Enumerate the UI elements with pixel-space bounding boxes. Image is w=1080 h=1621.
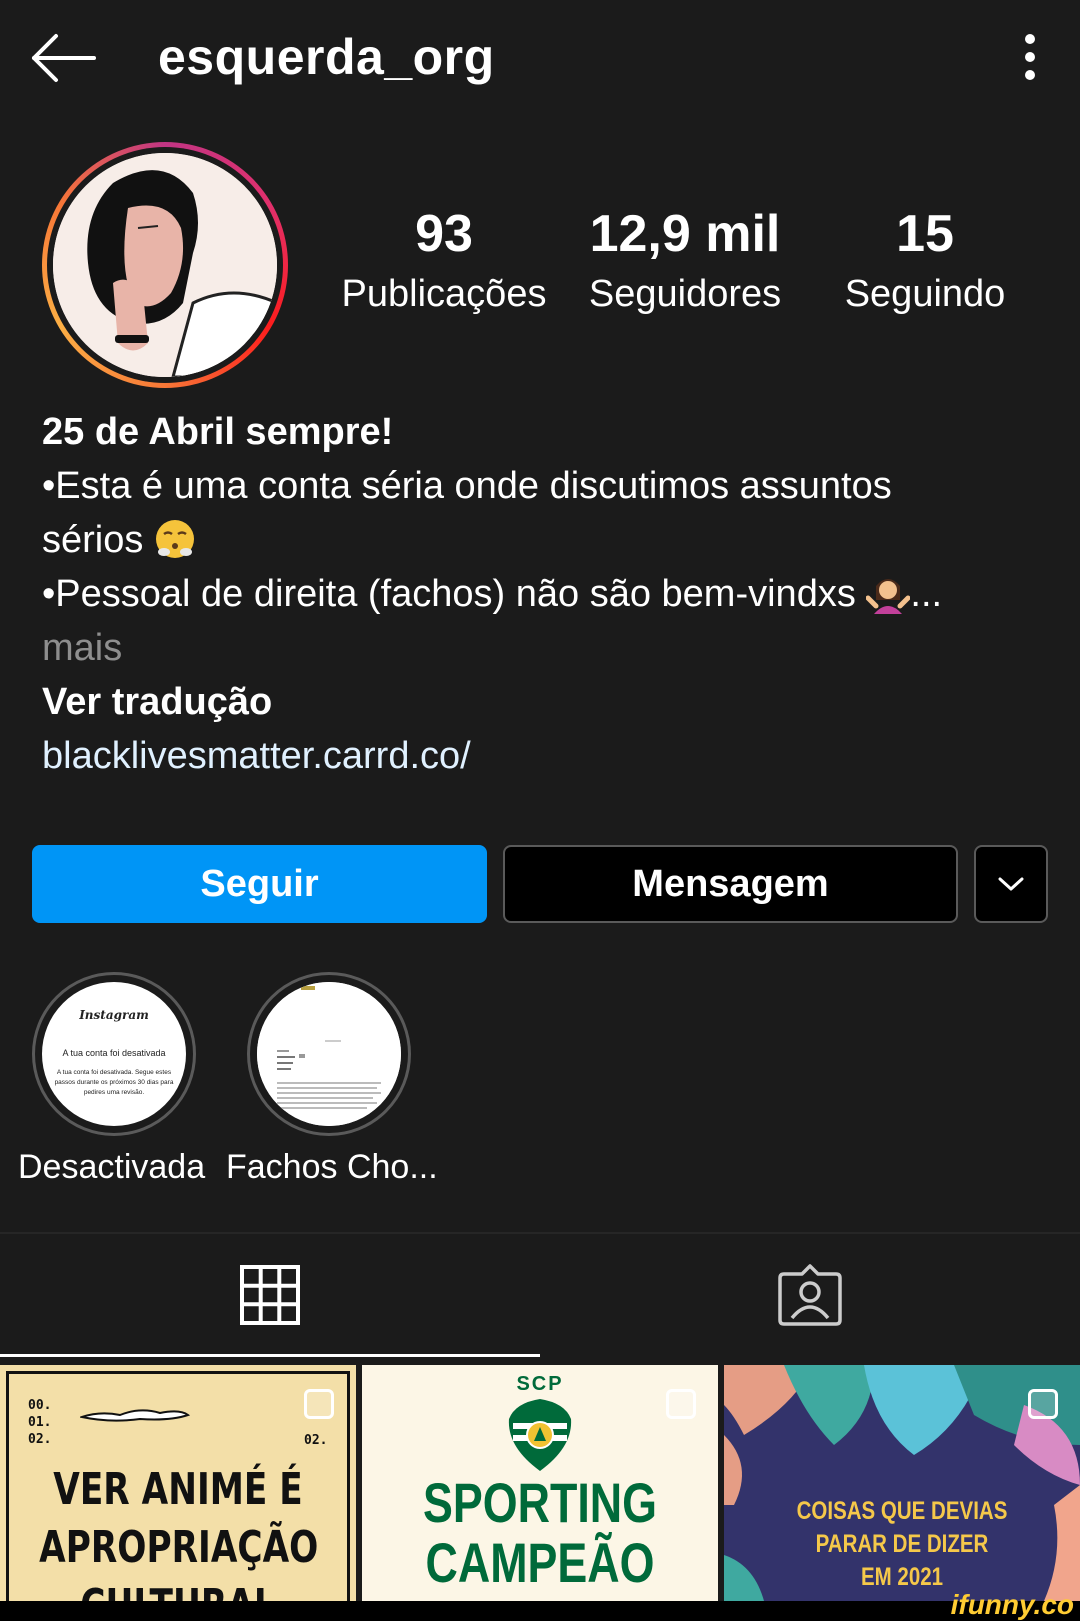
highlight-thumb-heading: A tua conta foi desativada	[62, 1048, 166, 1058]
huffing-face-emoji-icon	[155, 520, 194, 558]
follow-button[interactable]: Seguir	[32, 845, 487, 923]
stat-following[interactable]: 15 Seguindo	[820, 204, 1030, 318]
highlight-thumb-body: A tua conta foi desativada. Segue estes …	[54, 1069, 174, 1096]
bio-line-3-text: •Pessoal de direita (fachos) não são bem…	[42, 573, 856, 615]
more-options-button[interactable]	[1010, 34, 1050, 84]
highlight-fachos[interactable]	[247, 972, 411, 1136]
post-title: SPORTING CAMPEÃO	[398, 1473, 683, 1593]
bottom-strip	[0, 1601, 1080, 1621]
profile-avatar[interactable]	[42, 142, 288, 388]
more-vertical-icon	[1025, 34, 1035, 44]
cloud-doodle	[80, 1409, 190, 1422]
highlight-thumbnail	[257, 982, 401, 1126]
top-bar: esquerda_org	[0, 0, 1080, 120]
watermark: ifunny.co	[950, 1589, 1074, 1620]
highlight-desactivada[interactable]: Instagram A tua conta foi desativada A t…	[32, 972, 196, 1136]
highlight-thumbnail: Instagram A tua conta foi desativada A t…	[42, 982, 186, 1126]
highlight-thumb-title: Instagram	[79, 1008, 149, 1022]
stat-posts[interactable]: 93 Publicações	[330, 204, 558, 318]
stat-posts-count: 93	[415, 205, 473, 263]
stat-following-label: Seguindo	[844, 273, 1006, 315]
avatar-illustration	[53, 153, 277, 377]
multi-photo-icon	[1028, 1389, 1058, 1419]
multi-photo-icon	[666, 1389, 696, 1419]
bio-line-1: •Esta é uma conta séria onde discutimos …	[42, 465, 892, 507]
profile-username: esquerda_org	[158, 29, 495, 85]
bio-name: 25 de Abril sempre!	[42, 411, 394, 453]
highlight-label: Fachos Cho...	[226, 1148, 438, 1186]
bio-more-link[interactable]: mais	[42, 621, 1042, 675]
post-title-line: SPORTING	[423, 1471, 657, 1534]
post-title: VER ANIMÉ É APROPRIAÇÃO CULTURAL	[39, 1461, 319, 1601]
highlight-label: Desactivada	[18, 1148, 206, 1186]
profile-bio: 25 de Abril sempre! •Esta é uma conta sé…	[42, 405, 1042, 783]
post-thumbnail[interactable]: 00. 01. 02. 02. VER ANIMÉ É APROPRIAÇÃO …	[0, 1365, 356, 1601]
post-number: 01.	[28, 1415, 52, 1430]
post-thumbnail[interactable]: COISAS QUE DEVIAS PARAR DE DIZER EM 2021	[724, 1365, 1080, 1601]
post-title-line: PARAR DE DIZER	[815, 1530, 989, 1558]
post-title-line: CULTURAL	[39, 1577, 317, 1601]
suggested-accounts-button[interactable]	[974, 845, 1048, 923]
chevron-down-icon	[998, 877, 1024, 891]
post-title-line: COISAS QUE DEVIAS	[796, 1497, 1008, 1525]
bio-line-2-text: sérios	[42, 519, 144, 561]
tab-divider	[0, 1232, 1080, 1234]
grid-icon	[240, 1265, 300, 1325]
active-tab-indicator	[0, 1354, 540, 1357]
bio-website-link[interactable]: blacklivesmatter.carrd.co/	[42, 729, 1042, 783]
bio-line-2: sérios	[42, 513, 1042, 567]
post-number: 00.	[28, 1398, 52, 1413]
stat-followers-count: 12,9 mil	[589, 205, 781, 263]
post-title-line: APROPRIAÇÃO	[39, 1522, 319, 1573]
stat-followers[interactable]: 12,9 mil Seguidores	[570, 204, 800, 318]
stat-followers-label: Seguidores	[588, 273, 782, 315]
document-thumbnail	[257, 982, 401, 1126]
post-numbers: 00. 01. 02.	[28, 1397, 51, 1448]
post-number: 02.	[28, 1432, 52, 1447]
post-title: COISAS QUE DEVIAS PARAR DE DIZER EM 2021	[756, 1495, 1048, 1594]
bio-ellipsis: ...	[910, 573, 943, 615]
stat-posts-label: Publicações	[341, 273, 547, 315]
tab-posts-grid[interactable]	[239, 1264, 301, 1331]
arrow-left-icon	[32, 34, 96, 82]
tab-tagged[interactable]	[778, 1264, 842, 1331]
stat-following-count: 15	[896, 205, 954, 263]
sporting-crest-icon	[508, 1399, 572, 1471]
person-shrugging-emoji-icon	[865, 579, 911, 614]
tagged-person-icon	[778, 1264, 842, 1326]
post-thumbnail[interactable]: SCP SPORTING CAMPEÃO	[362, 1365, 718, 1601]
message-button[interactable]: Mensagem	[503, 845, 958, 923]
see-translation-link[interactable]: Ver tradução	[42, 675, 1042, 729]
multi-photo-icon	[304, 1389, 334, 1419]
post-title-line: CAMPEÃO	[425, 1531, 655, 1594]
post-badge-text: SCP	[516, 1373, 564, 1395]
bio-line-3: •Pessoal de direita (fachos) não são bem…	[42, 567, 1042, 621]
post-title-line: VER ANIMÉ É	[53, 1464, 303, 1515]
back-button[interactable]	[28, 30, 98, 86]
post-side-number: 02.	[304, 1433, 328, 1448]
